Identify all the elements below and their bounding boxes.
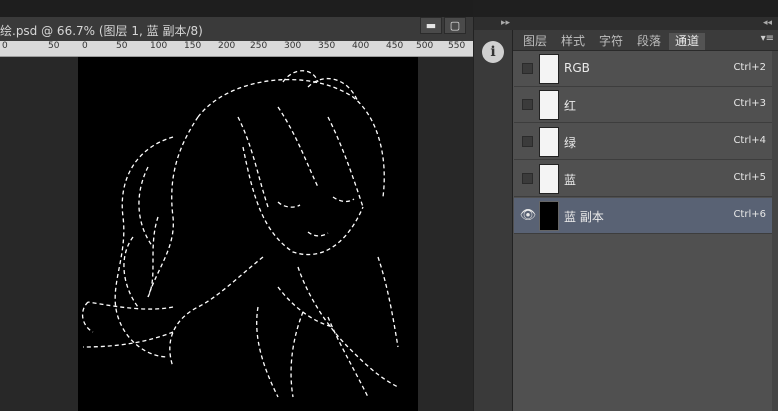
channel-shortcut: Ctrl+4 xyxy=(733,135,766,146)
channel-row-blue[interactable]: 蓝 Ctrl+5 xyxy=(514,161,772,197)
channel-row-blue-copy[interactable]: 👁 蓝 副本 Ctrl+6 xyxy=(514,198,772,234)
ruler-label: 400 xyxy=(352,41,370,51)
channel-thumbnail xyxy=(539,164,559,194)
panel-tabs: 图层 样式 字符 段落 通道 ▾≡ xyxy=(513,30,778,51)
document-window: 绘.psd @ 66.7% (图层 1, 蓝 副本/8) ▬ ▢ 0 50 0 … xyxy=(0,0,473,411)
visibility-toggle[interactable] xyxy=(522,99,533,110)
restore-button[interactable]: ▢ xyxy=(444,17,466,34)
marching-ants-selection xyxy=(81,70,399,398)
channel-name: 蓝 xyxy=(564,173,577,187)
channel-name: 蓝 副本 xyxy=(564,210,604,224)
channel-name: 红 xyxy=(564,99,577,113)
panel-scrollbar[interactable] xyxy=(772,51,778,411)
ruler-label: 550 xyxy=(448,41,466,51)
minimize-button[interactable]: ▬ xyxy=(420,17,442,34)
channel-row-red[interactable]: 红 Ctrl+3 xyxy=(514,87,772,123)
channel-shortcut: Ctrl+2 xyxy=(733,62,766,73)
ruler-label: 450 xyxy=(386,41,404,51)
document-title: 绘.psd @ 66.7% (图层 1, 蓝 副本/8) xyxy=(0,24,203,38)
tab-styles[interactable]: 样式 xyxy=(555,33,591,50)
tab-character[interactable]: 字符 xyxy=(593,33,629,50)
channel-name: RGB xyxy=(564,61,590,75)
ruler-label: 0 xyxy=(2,41,8,51)
channel-thumbnail xyxy=(539,90,559,120)
channel-thumbnail xyxy=(539,201,559,231)
horizontal-ruler: 0 50 0 50 100 150 200 250 300 350 400 45… xyxy=(0,41,473,57)
collapse-panels-button[interactable]: ◂◂ xyxy=(513,17,778,30)
channel-name: 绿 xyxy=(564,136,577,150)
ruler-label: 200 xyxy=(218,41,236,51)
channel-shortcut: Ctrl+3 xyxy=(733,98,766,109)
ruler-label: 50 xyxy=(48,41,60,51)
ruler-label: 0 xyxy=(82,41,88,51)
tab-channels[interactable]: 通道 xyxy=(669,33,705,50)
channel-shortcut: Ctrl+6 xyxy=(733,209,766,220)
ruler-label: 500 xyxy=(416,41,434,51)
info-icon[interactable]: i xyxy=(482,41,504,63)
canvas[interactable] xyxy=(78,57,418,411)
channel-thumbnail xyxy=(539,54,559,84)
tab-layers[interactable]: 图层 xyxy=(517,33,553,50)
ruler-label: 50 xyxy=(116,41,128,51)
eye-icon[interactable]: 👁 xyxy=(519,207,537,225)
channel-shortcut: Ctrl+5 xyxy=(733,172,766,183)
ruler-label: 350 xyxy=(318,41,336,51)
ruler-label: 300 xyxy=(284,41,302,51)
ruler-label: 100 xyxy=(150,41,168,51)
document-tab[interactable]: 绘.psd @ 66.7% (图层 1, 蓝 副本/8) xyxy=(0,17,473,42)
channel-row-green[interactable]: 绿 Ctrl+4 xyxy=(514,124,772,160)
ruler-label: 250 xyxy=(250,41,268,51)
expand-panels-button[interactable]: ▸▸ xyxy=(474,17,514,30)
visibility-toggle[interactable] xyxy=(522,136,533,147)
ruler-label: 150 xyxy=(184,41,202,51)
app-titlebar xyxy=(0,0,473,17)
panel-menu-icon[interactable]: ▾≡ xyxy=(761,33,774,44)
tab-paragraph[interactable]: 段落 xyxy=(631,33,667,50)
collapsed-panel-strip: ▸▸ i xyxy=(473,17,514,411)
channel-thumbnail xyxy=(539,127,559,157)
channel-row-rgb[interactable]: RGB Ctrl+2 xyxy=(514,51,772,87)
visibility-toggle[interactable] xyxy=(522,173,533,184)
visibility-toggle[interactable] xyxy=(522,63,533,74)
channels-panel: ◂◂ 图层 样式 字符 段落 通道 ▾≡ RGB Ctrl+2 红 Ctrl+3… xyxy=(513,17,778,411)
